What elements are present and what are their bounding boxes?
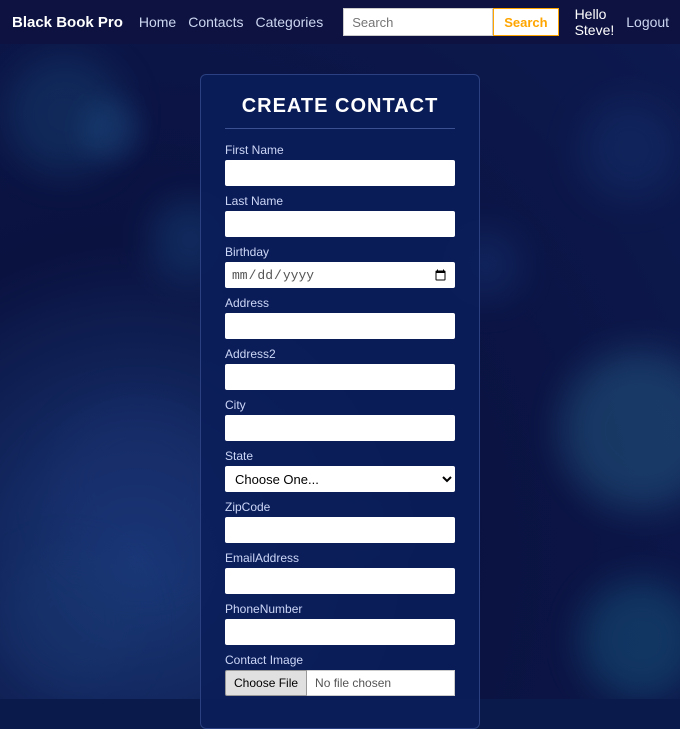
last-name-group: Last Name — [225, 194, 455, 237]
image-group: Contact Image Choose File No file chosen — [225, 653, 455, 696]
email-group: EmailAddress — [225, 551, 455, 594]
birthday-input[interactable] — [225, 262, 455, 288]
search-button[interactable]: Search — [493, 8, 558, 36]
zipcode-input[interactable] — [225, 517, 455, 543]
main-content: CREATE CONTACT First Name Last Name Birt… — [0, 44, 680, 729]
nav-home[interactable]: Home — [139, 14, 176, 30]
phone-input[interactable] — [225, 619, 455, 645]
state-select[interactable]: Choose One... ALAKAZAR CACOCTDE FLGAHIID… — [225, 466, 455, 492]
zipcode-label: ZipCode — [225, 500, 455, 514]
city-input[interactable] — [225, 415, 455, 441]
email-input[interactable] — [225, 568, 455, 594]
state-label: State — [225, 449, 455, 463]
logout-link[interactable]: Logout — [626, 14, 669, 30]
address2-label: Address2 — [225, 347, 455, 361]
nav-categories[interactable]: Categories — [255, 14, 323, 30]
last-name-input[interactable] — [225, 211, 455, 237]
search-input[interactable] — [343, 8, 493, 36]
search-container: Search — [343, 8, 558, 36]
first-name-label: First Name — [225, 143, 455, 157]
brand-name: Black Book Pro — [12, 14, 123, 31]
zipcode-group: ZipCode — [225, 500, 455, 543]
image-label: Contact Image — [225, 653, 455, 667]
file-input-wrapper: Choose File No file chosen — [225, 670, 455, 696]
address2-group: Address2 — [225, 347, 455, 390]
file-name-display: No file chosen — [307, 670, 455, 696]
nav-right: Hello Steve! Logout — [575, 6, 670, 38]
user-greeting: Hello Steve! — [575, 6, 615, 38]
phone-label: PhoneNumber — [225, 602, 455, 616]
nav-contacts[interactable]: Contacts — [188, 14, 243, 30]
city-group: City — [225, 398, 455, 441]
nav-links: Home Contacts Categories — [139, 14, 323, 30]
birthday-label: Birthday — [225, 245, 455, 259]
address-label: Address — [225, 296, 455, 310]
city-label: City — [225, 398, 455, 412]
form-card: CREATE CONTACT First Name Last Name Birt… — [200, 74, 480, 729]
email-label: EmailAddress — [225, 551, 455, 565]
phone-group: PhoneNumber — [225, 602, 455, 645]
address-input[interactable] — [225, 313, 455, 339]
first-name-input[interactable] — [225, 160, 455, 186]
navbar: Black Book Pro Home Contacts Categories … — [0, 0, 680, 44]
first-name-group: First Name — [225, 143, 455, 186]
form-title: CREATE CONTACT — [225, 95, 455, 129]
choose-file-button[interactable]: Choose File — [225, 670, 307, 696]
address-group: Address — [225, 296, 455, 339]
birthday-group: Birthday — [225, 245, 455, 288]
address2-input[interactable] — [225, 364, 455, 390]
last-name-label: Last Name — [225, 194, 455, 208]
state-group: State Choose One... ALAKAZAR CACOCTDE FL… — [225, 449, 455, 492]
